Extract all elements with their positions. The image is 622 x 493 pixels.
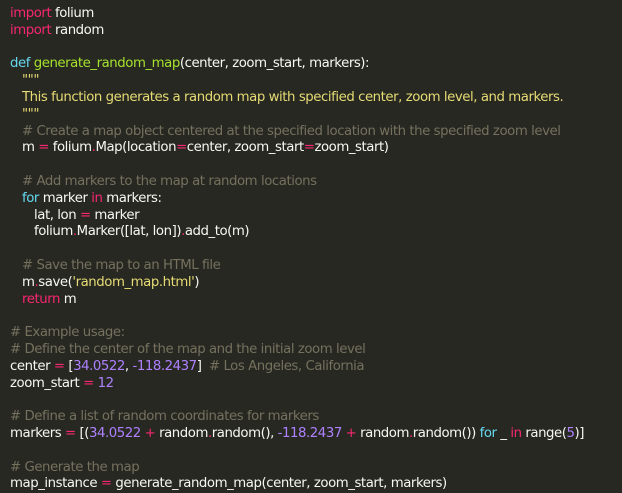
number-literal: 34.0522 bbox=[88, 425, 141, 441]
inline-comment: # Los Angeles, California bbox=[208, 358, 365, 374]
token: random(), bbox=[211, 425, 278, 441]
token: m bbox=[22, 274, 35, 290]
string-literal: 'random_map.html' bbox=[72, 274, 195, 290]
code-line-4: def generate_random_map(center, zoom_sta… bbox=[10, 56, 622, 73]
operator: + bbox=[144, 425, 156, 441]
code-line-2: import random bbox=[10, 23, 622, 40]
code-line-13: lat, lon = marker bbox=[10, 208, 622, 225]
code-line-22: center = [34.0522, -118.2437] # Los Ange… bbox=[10, 359, 622, 376]
token: (location bbox=[122, 140, 177, 156]
token: ) bbox=[194, 274, 200, 290]
token: _ bbox=[496, 425, 511, 441]
keyword-return: return bbox=[22, 291, 60, 307]
operator: = bbox=[34, 140, 53, 156]
token: [( bbox=[75, 425, 89, 441]
token: ([lat, lon]) bbox=[119, 224, 182, 240]
code-line-9: m = folium.Map(location=center, zoom_sta… bbox=[10, 140, 622, 157]
token: save( bbox=[38, 274, 73, 290]
operator: = bbox=[176, 140, 187, 156]
code-line-11: # Add markers to the map at random locat… bbox=[22, 173, 317, 189]
function-params: (center, zoom_start, markers): bbox=[179, 56, 370, 72]
token: marker bbox=[90, 207, 140, 223]
token: ] bbox=[196, 358, 209, 374]
number-literal: -118.2437 bbox=[132, 358, 197, 374]
module-name: random bbox=[51, 22, 104, 38]
operator: = bbox=[79, 207, 91, 223]
keyword-for: for bbox=[479, 425, 497, 441]
operator: + bbox=[345, 425, 357, 441]
module-name: folium bbox=[51, 6, 94, 21]
code-line-20: # Example usage: bbox=[10, 325, 125, 341]
code-line-7: """ bbox=[22, 106, 39, 122]
code-line-12: for marker in markers: bbox=[10, 191, 622, 208]
token: range( bbox=[521, 425, 567, 441]
operator: = bbox=[83, 375, 94, 391]
code-line-1: import folium bbox=[10, 6, 622, 23]
token: center bbox=[10, 358, 54, 374]
token: m bbox=[59, 291, 77, 307]
code-line-16: # Save the map to an HTML file bbox=[22, 257, 221, 273]
token: Map bbox=[95, 140, 123, 156]
code-editor[interactable]: import folium import random def generate… bbox=[0, 0, 622, 491]
token: random()) bbox=[412, 425, 480, 441]
keyword-def: def bbox=[10, 56, 34, 72]
number-literal: 5 bbox=[566, 425, 575, 441]
keyword-for: for bbox=[22, 190, 39, 206]
token: m bbox=[22, 140, 35, 156]
code-line-5: """ bbox=[22, 73, 39, 89]
operator: = bbox=[65, 425, 76, 441]
function-name: generate_random_map bbox=[33, 56, 181, 72]
token: add_to(m) bbox=[184, 224, 250, 240]
token: zoom_start bbox=[10, 375, 84, 391]
operator: = bbox=[303, 140, 315, 156]
token: random bbox=[155, 425, 208, 441]
keyword-in: in bbox=[510, 425, 522, 441]
token: markers bbox=[10, 425, 65, 441]
code-line-23: zoom_start = 12 bbox=[10, 376, 622, 393]
token: random bbox=[356, 425, 409, 441]
token: Marker bbox=[76, 224, 121, 240]
keyword-import: import bbox=[10, 6, 52, 21]
keyword-import: import bbox=[10, 22, 52, 38]
code-line-14: folium.Marker([lat, lon]).add_to(m) bbox=[10, 224, 622, 241]
token: lat, lon bbox=[34, 207, 80, 223]
token: zoom_start) bbox=[314, 140, 389, 156]
number-literal: -118.2437 bbox=[277, 425, 343, 441]
code-line-21: # Define the center of the map and the i… bbox=[10, 341, 366, 357]
code-line-25: # Define a list of random coordinates fo… bbox=[10, 409, 319, 425]
number-literal: 12 bbox=[97, 375, 114, 391]
keyword-in: in bbox=[91, 190, 103, 206]
code-line-8: # Create a map object centered at the sp… bbox=[22, 123, 561, 139]
token: folium bbox=[52, 140, 92, 156]
token: [ bbox=[64, 358, 74, 374]
code-line-17: m.save('random_map.html') bbox=[10, 275, 622, 292]
code-line-18: return m bbox=[10, 292, 622, 309]
code-line-29: map_instance = generate_random_map(cente… bbox=[10, 476, 622, 493]
token: marker bbox=[38, 190, 92, 206]
number-literal: 34.0522 bbox=[73, 358, 125, 374]
token: folium bbox=[34, 224, 73, 240]
operator: = bbox=[53, 358, 65, 374]
token: center, zoom_start bbox=[186, 140, 304, 156]
code-line-28: # Generate the map bbox=[10, 459, 140, 475]
code-line-26: markers = [(34.0522 + random.random(), -… bbox=[10, 426, 622, 443]
token: markers: bbox=[102, 190, 162, 206]
code-line-6: This function generates a random map wit… bbox=[22, 89, 564, 105]
token: )] bbox=[574, 425, 585, 441]
